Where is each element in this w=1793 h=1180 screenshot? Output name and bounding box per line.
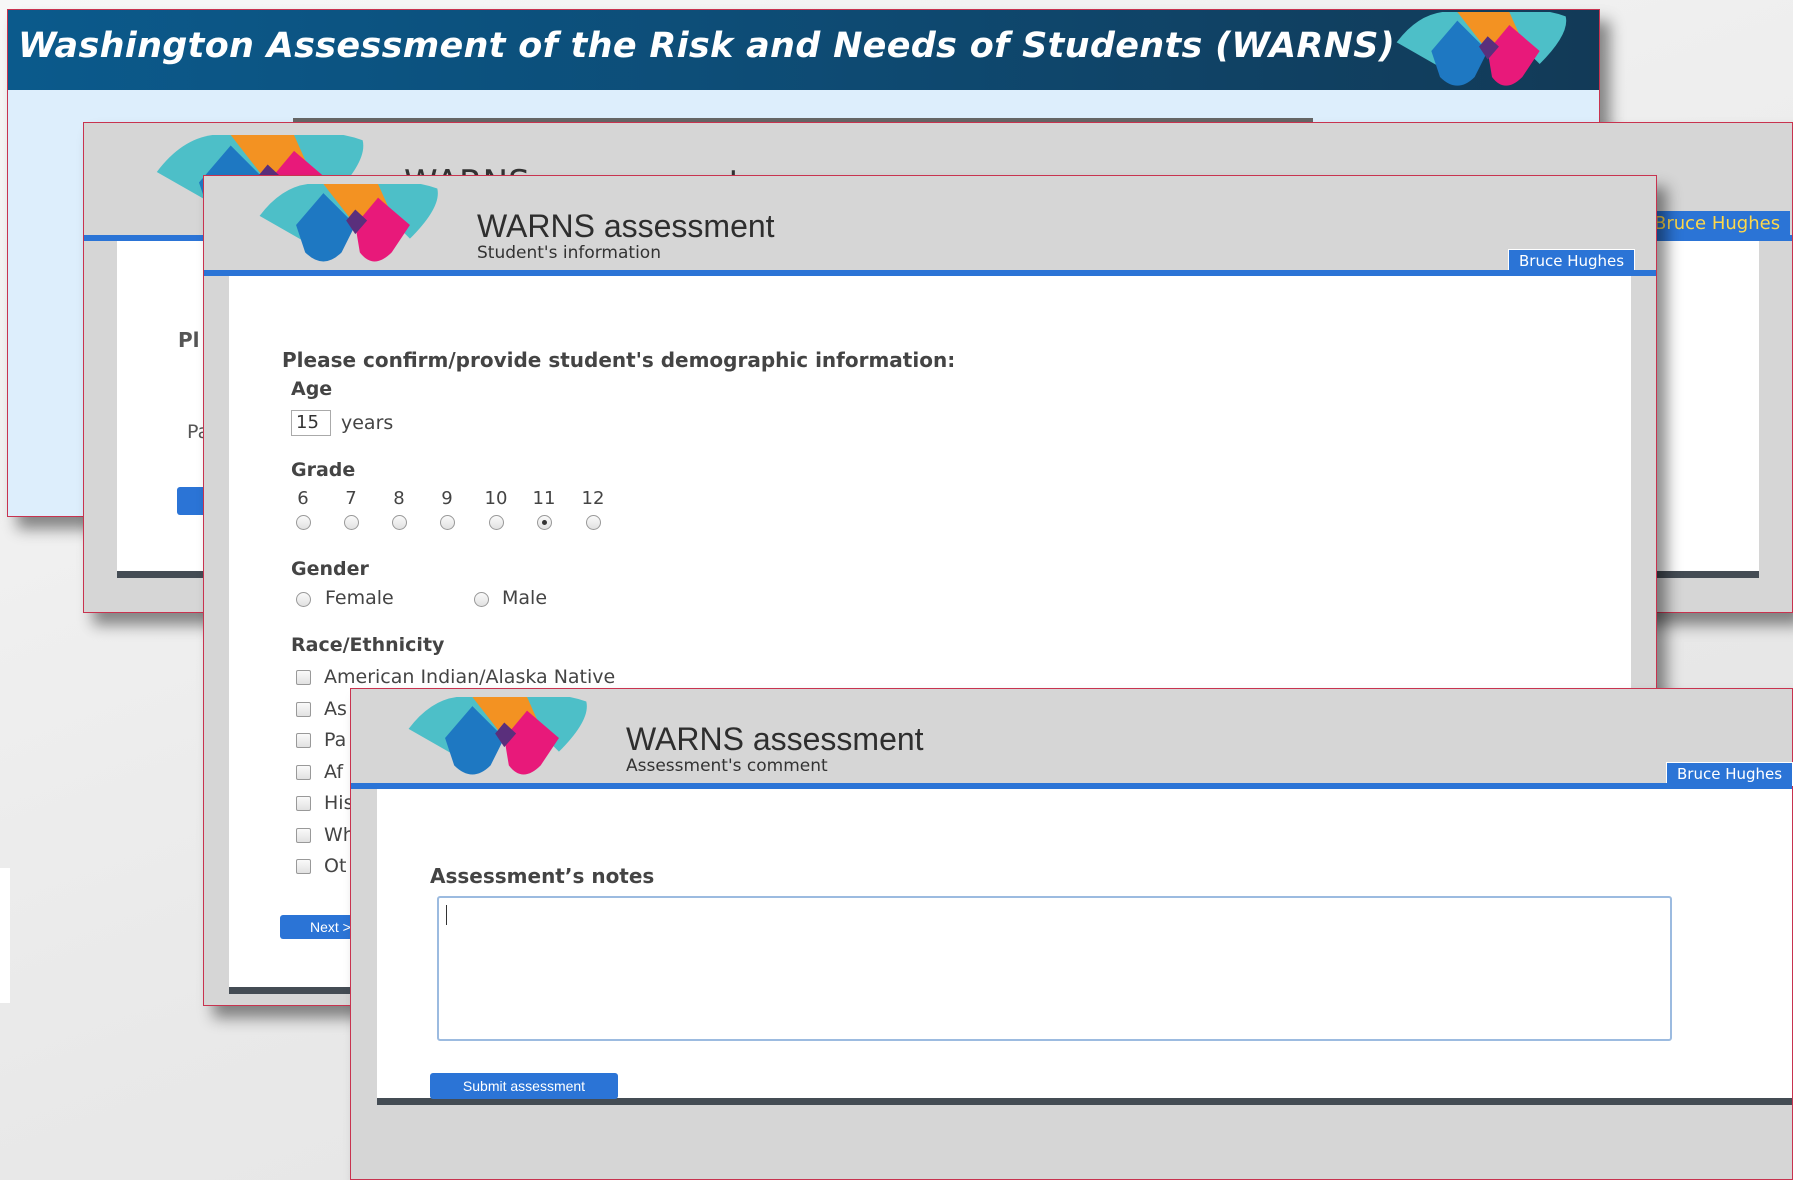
text-caret — [446, 905, 447, 925]
race-option-3: Af — [324, 761, 344, 783]
race-checkbox-2[interactable] — [296, 733, 311, 748]
age-unit: years — [341, 412, 394, 434]
grade-9-label: 9 — [441, 488, 453, 509]
gender-female-label: Female — [325, 587, 394, 609]
grade-7-radio[interactable] — [343, 515, 359, 530]
race-checkbox-1[interactable] — [296, 702, 311, 717]
race-checkbox-6[interactable] — [296, 859, 311, 874]
grade-11-radio[interactable] — [536, 515, 552, 530]
grade-10-radio[interactable] — [488, 515, 504, 530]
gender-male-label: Male — [502, 587, 548, 609]
app-title: WARNS assessment — [477, 208, 775, 244]
grade-8-label: 8 — [393, 488, 405, 509]
gender-female-radio[interactable] — [296, 592, 311, 607]
race-option-6: Ot — [324, 855, 347, 877]
race-checkbox-3[interactable] — [296, 765, 311, 780]
grade-label: Grade — [291, 459, 356, 481]
grade-12-radio[interactable] — [585, 515, 601, 530]
race-option-0: American Indian/Alaska Native — [324, 666, 616, 688]
gender-label: Gender — [291, 558, 369, 580]
grade-11-label: 11 — [532, 488, 556, 509]
prompt-label: Pl — [178, 328, 200, 352]
age-label: Age — [291, 378, 333, 400]
gender-male-radio[interactable] — [474, 592, 489, 607]
age-input[interactable]: 15 — [291, 410, 331, 436]
grade-8-radio[interactable] — [391, 515, 407, 530]
grade-options: 6 7 8 9 10 11 12 — [288, 488, 618, 538]
notes-label: Assessment’s notes — [430, 864, 655, 888]
submit-assessment-button[interactable]: Submit assessment — [430, 1073, 618, 1099]
warns-logo-icon — [259, 184, 438, 262]
grade-10-label: 10 — [484, 488, 508, 509]
user-badge[interactable]: Bruce Hughes — [1644, 211, 1791, 236]
grade-6-radio[interactable] — [295, 515, 311, 530]
race-option-1: As — [324, 698, 347, 720]
page-subtitle: Student's information — [477, 243, 661, 263]
form-prompt: Please confirm/provide student's demogra… — [282, 348, 956, 372]
window-title: Washington Assessment of the Risk and Ne… — [18, 26, 1396, 66]
page-subtitle: Assessment's comment — [626, 756, 828, 776]
race-option-2: Pa — [324, 729, 347, 751]
grade-6-label: 6 — [297, 488, 309, 509]
grade-7-label: 7 — [345, 488, 357, 509]
race-checkbox-5[interactable] — [296, 828, 311, 843]
assessment-comment-window: WARNS assessment Assessment's comment Br… — [350, 688, 1793, 1180]
app-title: WARNS assessment — [626, 721, 924, 757]
footer-bar — [377, 1098, 1792, 1105]
race-checkbox-0[interactable] — [296, 670, 311, 685]
warns-logo-icon — [408, 697, 587, 775]
warns-logo-icon — [1396, 12, 1567, 86]
race-checkbox-4[interactable] — [296, 796, 311, 811]
grade-12-label: 12 — [581, 488, 605, 509]
race-label: Race/Ethnicity — [291, 634, 445, 656]
grade-9-radio[interactable] — [439, 515, 455, 530]
title-bar: Washington Assessment of the Risk and Ne… — [8, 10, 1599, 90]
notes-textarea[interactable] — [437, 896, 1672, 1041]
background-strip — [0, 868, 10, 1003]
